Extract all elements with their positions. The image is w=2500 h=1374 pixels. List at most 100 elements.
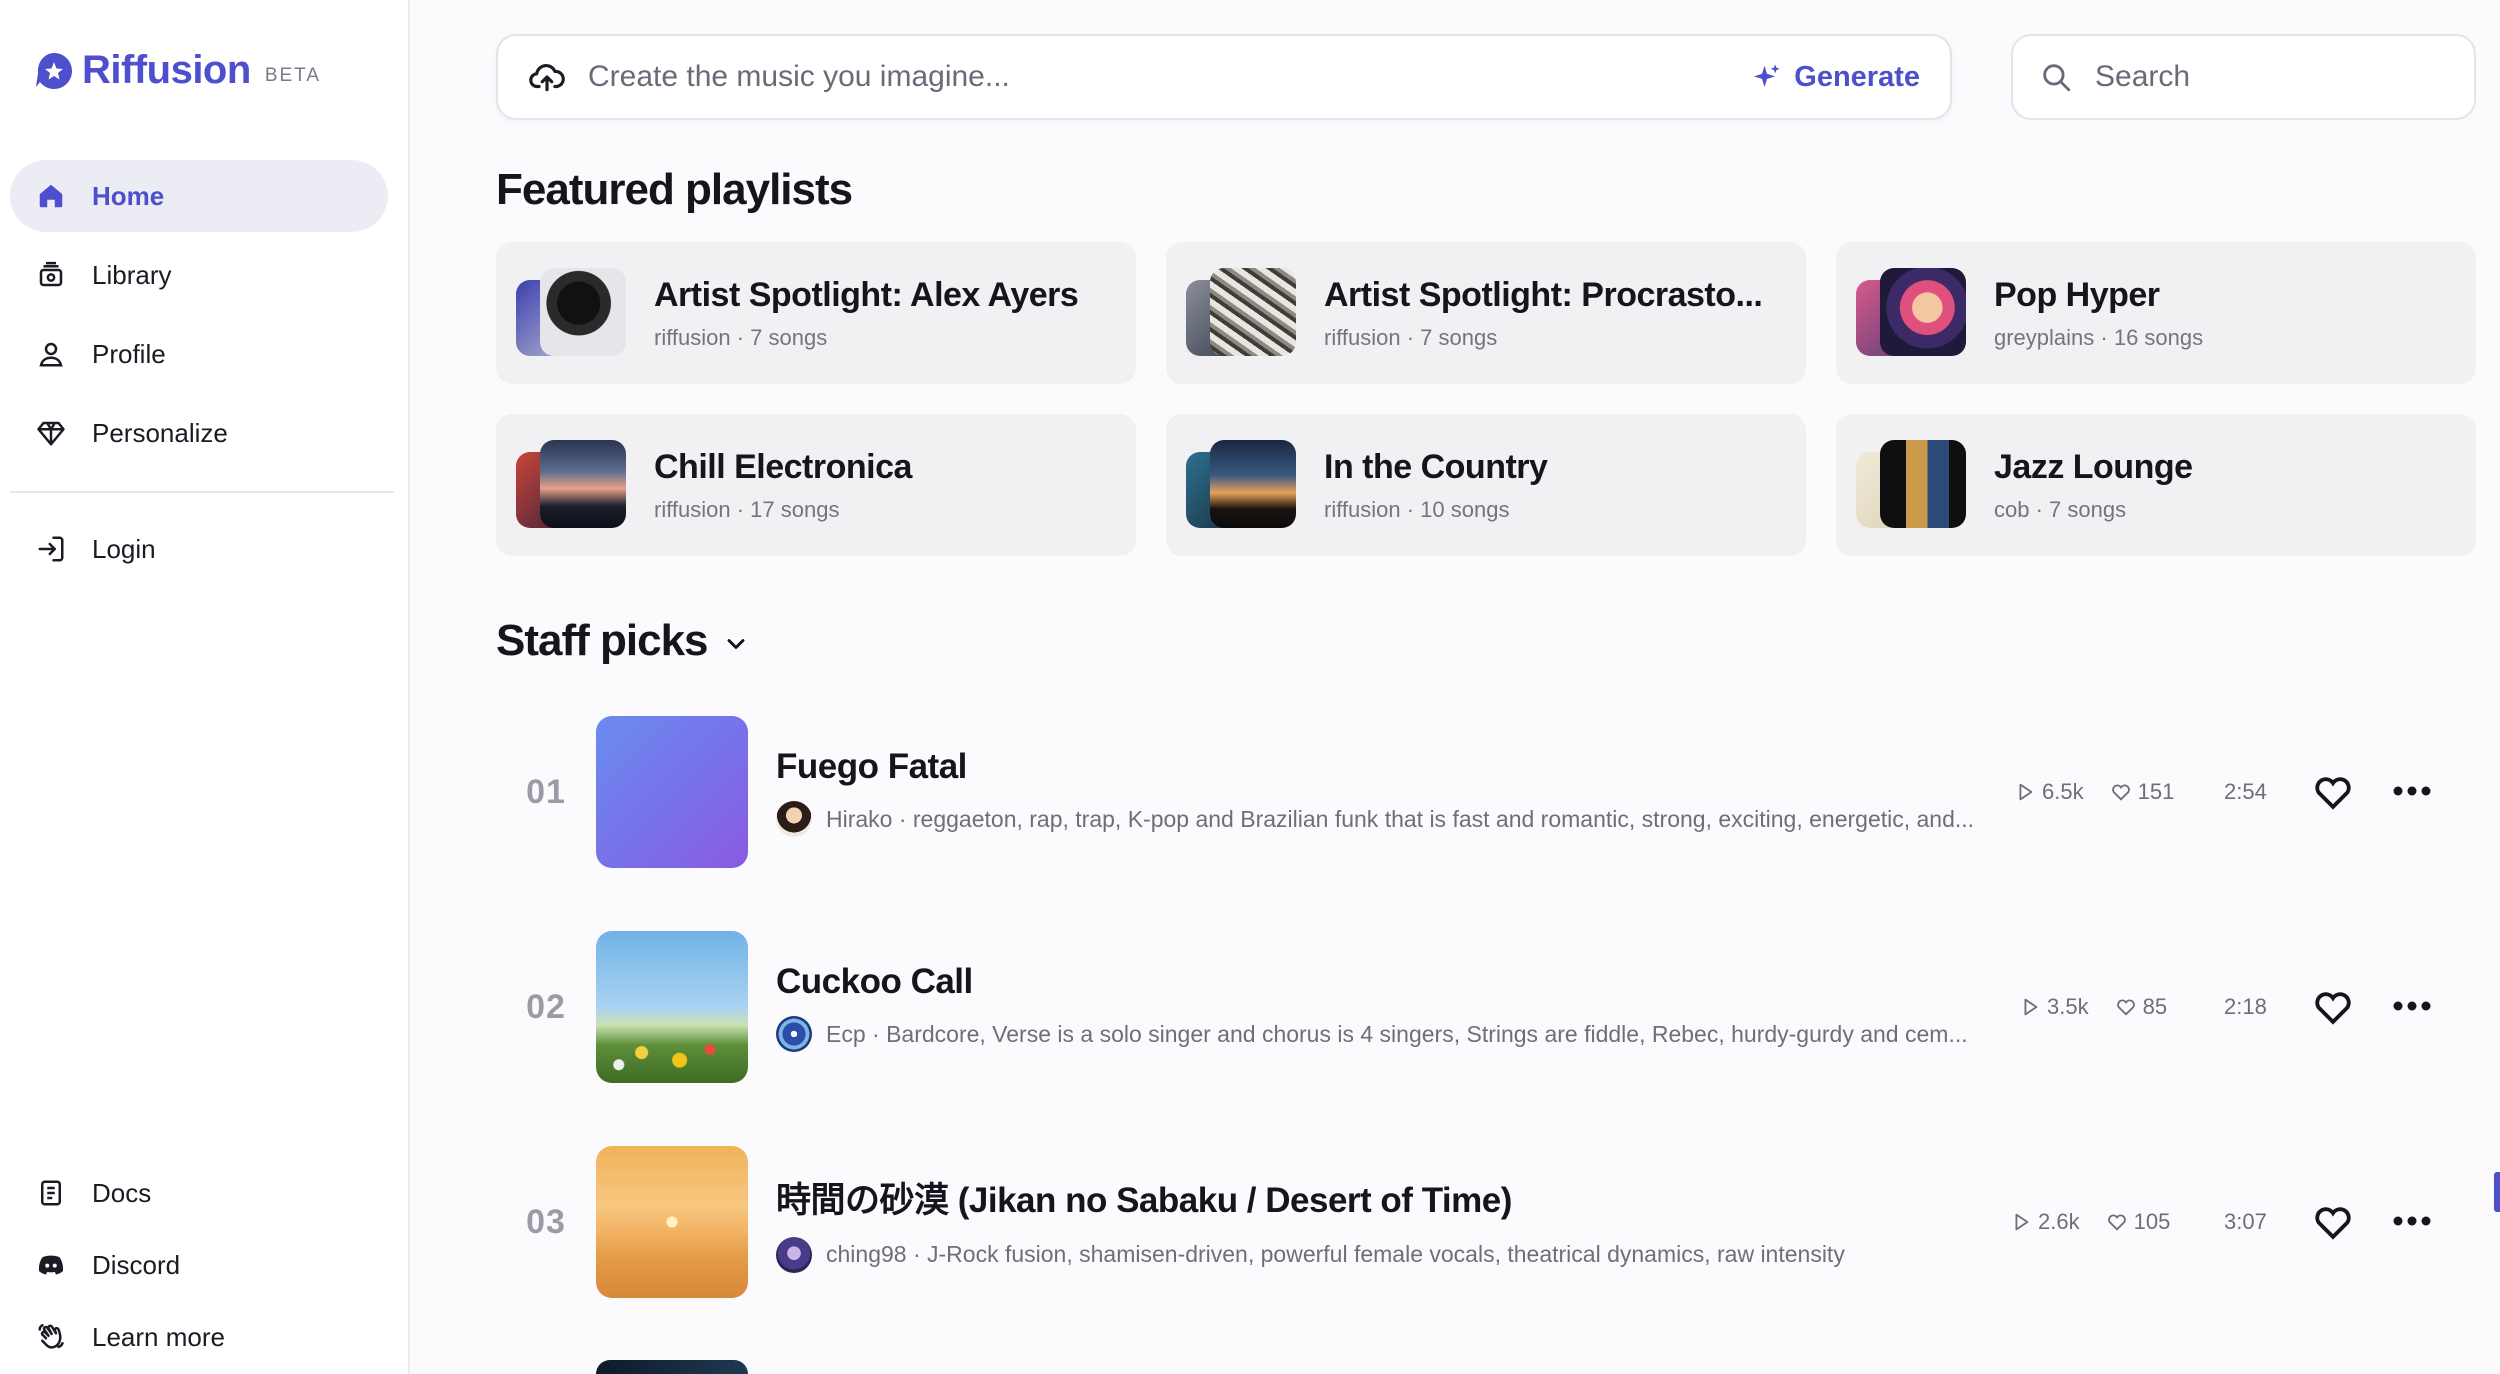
track-rank: 02 [526,987,566,1026]
playlist-card[interactable]: In the Country riffusion · 10 songs [1166,414,1806,556]
nav-discord-label: Discord [92,1249,181,1280]
cloud-upload-icon [529,64,565,92]
play-icon [2019,783,2033,801]
staff-picks-heading[interactable]: Staff picks [496,616,750,666]
playlist-title: In the Country [1324,447,1548,486]
nav-docs[interactable]: Docs [10,1160,388,1226]
like-button-heart-icon[interactable] [2312,1201,2354,1243]
like-count: 85 [2115,994,2167,1020]
playlist-subtitle: greyplains · 16 songs [1994,324,2204,350]
nav-profile-label: Profile [92,338,166,369]
nav-library[interactable]: Library [10,239,388,311]
playlist-subtitle: riffusion · 7 songs [1324,324,1498,350]
nav-divider [10,491,394,493]
track-meta: Ecp · Bardcore, Verse is a solo singer a… [826,1020,1968,1047]
track-stats: 2.6k 105 [2010,1209,2170,1235]
brand-name: Riffusion [82,48,251,92]
playlist-cover [516,440,626,530]
track-cover[interactable] [596,716,748,868]
sidebar: Riffusion BETA Home Library Profile Pers… [0,0,410,1374]
nav-learn-more[interactable]: Learn more [10,1304,388,1370]
track-row[interactable]: 01 Fuego Fatal Hirako · reggaeton, rap, … [496,716,2476,868]
riffusion-logo-icon [36,52,72,89]
create-bar[interactable]: Create the music you imagine... Generate [496,34,1952,120]
footer-nav: Docs Discord Learn more [10,1160,388,1374]
track-row[interactable]: 03 時間の砂漠 (Jikan no Sabaku / Desert of Ti… [496,1146,2476,1298]
nav-home-label: Home [92,180,165,211]
nav-library-label: Library [92,259,172,290]
play-count: 3.5k [2019,994,2089,1020]
heart-small-icon [2107,1214,2126,1231]
home-icon [39,184,63,208]
login-section: Login [10,513,388,592]
track-stats: 3.5k 85 [2019,994,2167,1020]
like-button-heart-icon[interactable] [2312,986,2354,1028]
playlist-cover [1856,440,1966,530]
nav-discord[interactable]: Discord [10,1232,388,1298]
track-cover-partial[interactable] [596,1360,748,1374]
sparkle-icon [1754,64,1780,87]
gem-icon [37,421,65,446]
chevron-down-icon [727,639,744,649]
playlist-subtitle: riffusion · 10 songs [1324,496,1510,522]
more-options-icon[interactable] [2392,785,2432,797]
scroll-indicator[interactable] [2494,1172,2500,1212]
track-duration: 2:54 [2224,779,2267,804]
main-nav: Home Library Profile Personalize [10,160,388,476]
avatar[interactable] [776,801,812,837]
nav-profile[interactable]: Profile [10,318,388,390]
playlist-cover [1186,440,1296,530]
track-rank: 03 [526,1202,566,1241]
track-cover[interactable] [596,931,748,1083]
user-icon [39,342,63,367]
like-count: 151 [2110,779,2174,805]
staff-picks-title: Staff picks [496,616,709,665]
logo[interactable]: Riffusion BETA [34,48,321,93]
avatar[interactable] [776,1016,812,1052]
like-button-heart-icon[interactable] [2312,771,2354,813]
track-meta: ching98 · J-Rock fusion, shamisen-driven… [826,1241,1845,1267]
playlist-card[interactable]: Artist Spotlight: Alex Ayers riffusion ·… [496,242,1136,384]
track-rank: 01 [526,772,566,811]
playlist-subtitle: riffusion · 7 songs [654,324,828,350]
nav-learn-more-label: Learn more [92,1321,225,1352]
nav-home[interactable]: Home [10,160,388,232]
heart-small-icon [2116,999,2135,1016]
featured-heading: Featured playlists [496,165,853,214]
playlist-card[interactable]: Jazz Lounge cob · 7 songs [1836,414,2476,556]
play-icon [2024,998,2038,1016]
discord-icon [38,1255,64,1275]
track-stats: 6.5k 151 [2014,779,2174,805]
playlist-cover [1186,268,1296,358]
playlist-title: Jazz Lounge [1994,447,2193,486]
playlist-card[interactable]: Pop Hyper greyplains · 16 songs [1836,242,2476,384]
playlist-title: Artist Spotlight: Procrasto... [1324,275,1763,314]
doc-icon [41,1180,61,1206]
generate-label: Generate [1794,60,1920,93]
create-input[interactable]: Create the music you imagine... [588,60,1752,94]
library-icon [39,261,63,287]
more-options-icon[interactable] [2392,1000,2432,1012]
search-input[interactable]: Search [2095,60,2190,94]
playlist-title: Artist Spotlight: Alex Ayers [654,275,1079,314]
nav-login[interactable]: Login [10,513,388,585]
playlist-card[interactable]: Chill Electronica riffusion · 17 songs [496,414,1136,556]
nav-personalize[interactable]: Personalize [10,397,388,469]
track-cover[interactable] [596,1146,748,1298]
track-row[interactable]: 02 Cuckoo Call Ecp · Bardcore, Verse is … [496,931,2476,1083]
track-duration: 2:18 [2224,994,2267,1019]
more-options-icon[interactable] [2392,1215,2432,1227]
playlist-title: Pop Hyper [1994,275,2160,314]
avatar[interactable] [776,1236,812,1273]
play-icon [2015,1213,2029,1231]
playlist-subtitle: riffusion · 17 songs [654,496,840,522]
search-box[interactable]: Search [2011,34,2476,120]
heart-small-icon [2111,784,2130,801]
track-title[interactable]: Fuego Fatal [776,747,1976,787]
track-duration: 3:07 [2224,1209,2267,1234]
track-title[interactable]: 時間の砂漠 (Jikan no Sabaku / Desert of Time) [776,1172,1976,1223]
playlist-card[interactable]: Artist Spotlight: Procrasto... riffusion… [1166,242,1806,384]
generate-button[interactable]: Generate [1752,61,1920,94]
playlist-subtitle: cob · 7 songs [1994,496,2127,522]
track-title[interactable]: Cuckoo Call [776,962,1976,1002]
